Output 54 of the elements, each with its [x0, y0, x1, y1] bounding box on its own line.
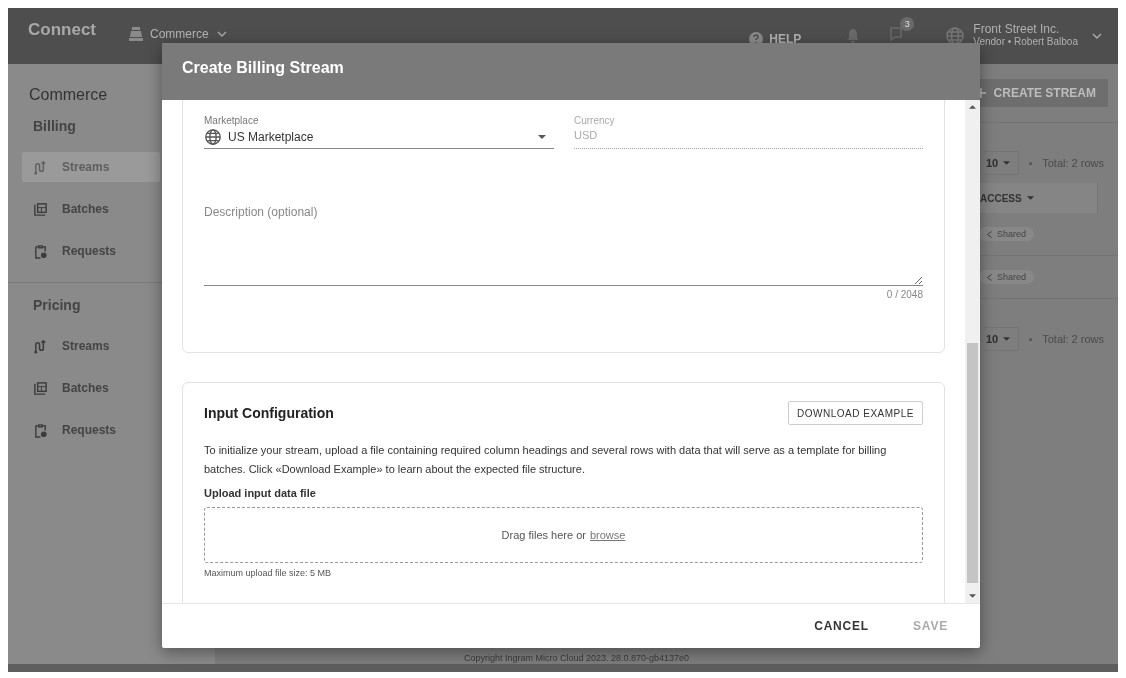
scroll-down-arrow-icon[interactable] — [969, 594, 976, 598]
section-title: Billing — [33, 118, 76, 134]
sidebar-item[interactable]: Batches — [22, 373, 160, 403]
streams-icon — [33, 338, 48, 354]
dialog-title: Create Billing Stream — [182, 58, 344, 77]
chevron-icon[interactable] — [1092, 33, 1102, 39]
stacked-grid-icon — [33, 380, 48, 396]
column-header[interactable]: ACCESS — [962, 191, 1040, 205]
dropzone-text: Drag files here or — [501, 529, 586, 541]
cash-register-icon[interactable] — [128, 26, 144, 42]
share-icon — [985, 229, 994, 239]
sidebar-item[interactable]: Streams — [22, 331, 160, 361]
sidebar-item[interactable]: Streams — [22, 152, 160, 182]
horizontal-scrollbar[interactable] — [8, 664, 1118, 672]
sidebar-item[interactable]: Batches — [22, 194, 160, 224]
description-field[interactable]: Description (optional) — [204, 199, 923, 286]
account-detail: Vendor • Robert Balboa — [973, 35, 1078, 47]
stacked-grid-icon — [33, 201, 48, 217]
page-size-select[interactable]: 10 — [984, 151, 1020, 175]
upload-hint: Maximum upload file size: 5 MB — [204, 568, 333, 578]
chevron-icon — [216, 31, 227, 37]
bell-icon[interactable] — [845, 28, 862, 44]
copyright-text: Copyright Ingram Micro Cloud 2023. 28.0.870-gb4137e0 — [463, 653, 690, 663]
download-example-button[interactable]: DOWNLOAD EXAMPLE — [788, 401, 923, 425]
browse-link[interactable]: browse — [589, 529, 626, 541]
page-size-select[interactable]: 10 — [984, 327, 1020, 351]
clipboard-clock-icon — [33, 243, 48, 259]
app-brand: Connect — [28, 20, 96, 40]
character-counter: 0 / 2048 — [885, 289, 923, 300]
sidebar-item[interactable]: Requests — [22, 415, 160, 445]
sidebar-item[interactable]: Requests — [22, 236, 160, 266]
marketplace-select[interactable]: Marketplace US Marketplace — [204, 115, 554, 149]
section-title: Pricing — [33, 297, 81, 313]
caret-icon — [1026, 196, 1034, 200]
caret-icon — [1003, 337, 1011, 341]
sidebar-title: Commerce — [29, 86, 108, 104]
globe-icon — [204, 128, 222, 146]
caret-icon — [538, 135, 546, 139]
module-selector[interactable]: Commerce — [150, 27, 227, 41]
shared-chip: Shared — [979, 227, 1035, 241]
instructions-text: To initialize your stream, upload a file containing required column headings and several rows with data that will serve as a template for billing batches. Click «Download Example» to learn about the expected file structure. — [204, 443, 888, 477]
account-name: Front Street Inc. — [973, 21, 1061, 36]
scroll-up-arrow-icon[interactable] — [969, 105, 976, 109]
streams-icon — [33, 159, 48, 175]
file-dropzone[interactable]: Drag files here or browse — [204, 507, 923, 563]
clipboard-clock-icon — [33, 422, 48, 438]
cancel-button[interactable]: CANCEL — [802, 611, 881, 641]
section-title: Input Configuration — [204, 405, 334, 421]
shared-chip: Shared — [979, 270, 1035, 284]
notification-badge: 3 — [900, 17, 915, 31]
scrollbar[interactable] — [965, 100, 980, 603]
share-icon — [985, 272, 994, 282]
upload-label: Upload input data file — [204, 487, 317, 499]
caret-icon — [1003, 161, 1011, 165]
